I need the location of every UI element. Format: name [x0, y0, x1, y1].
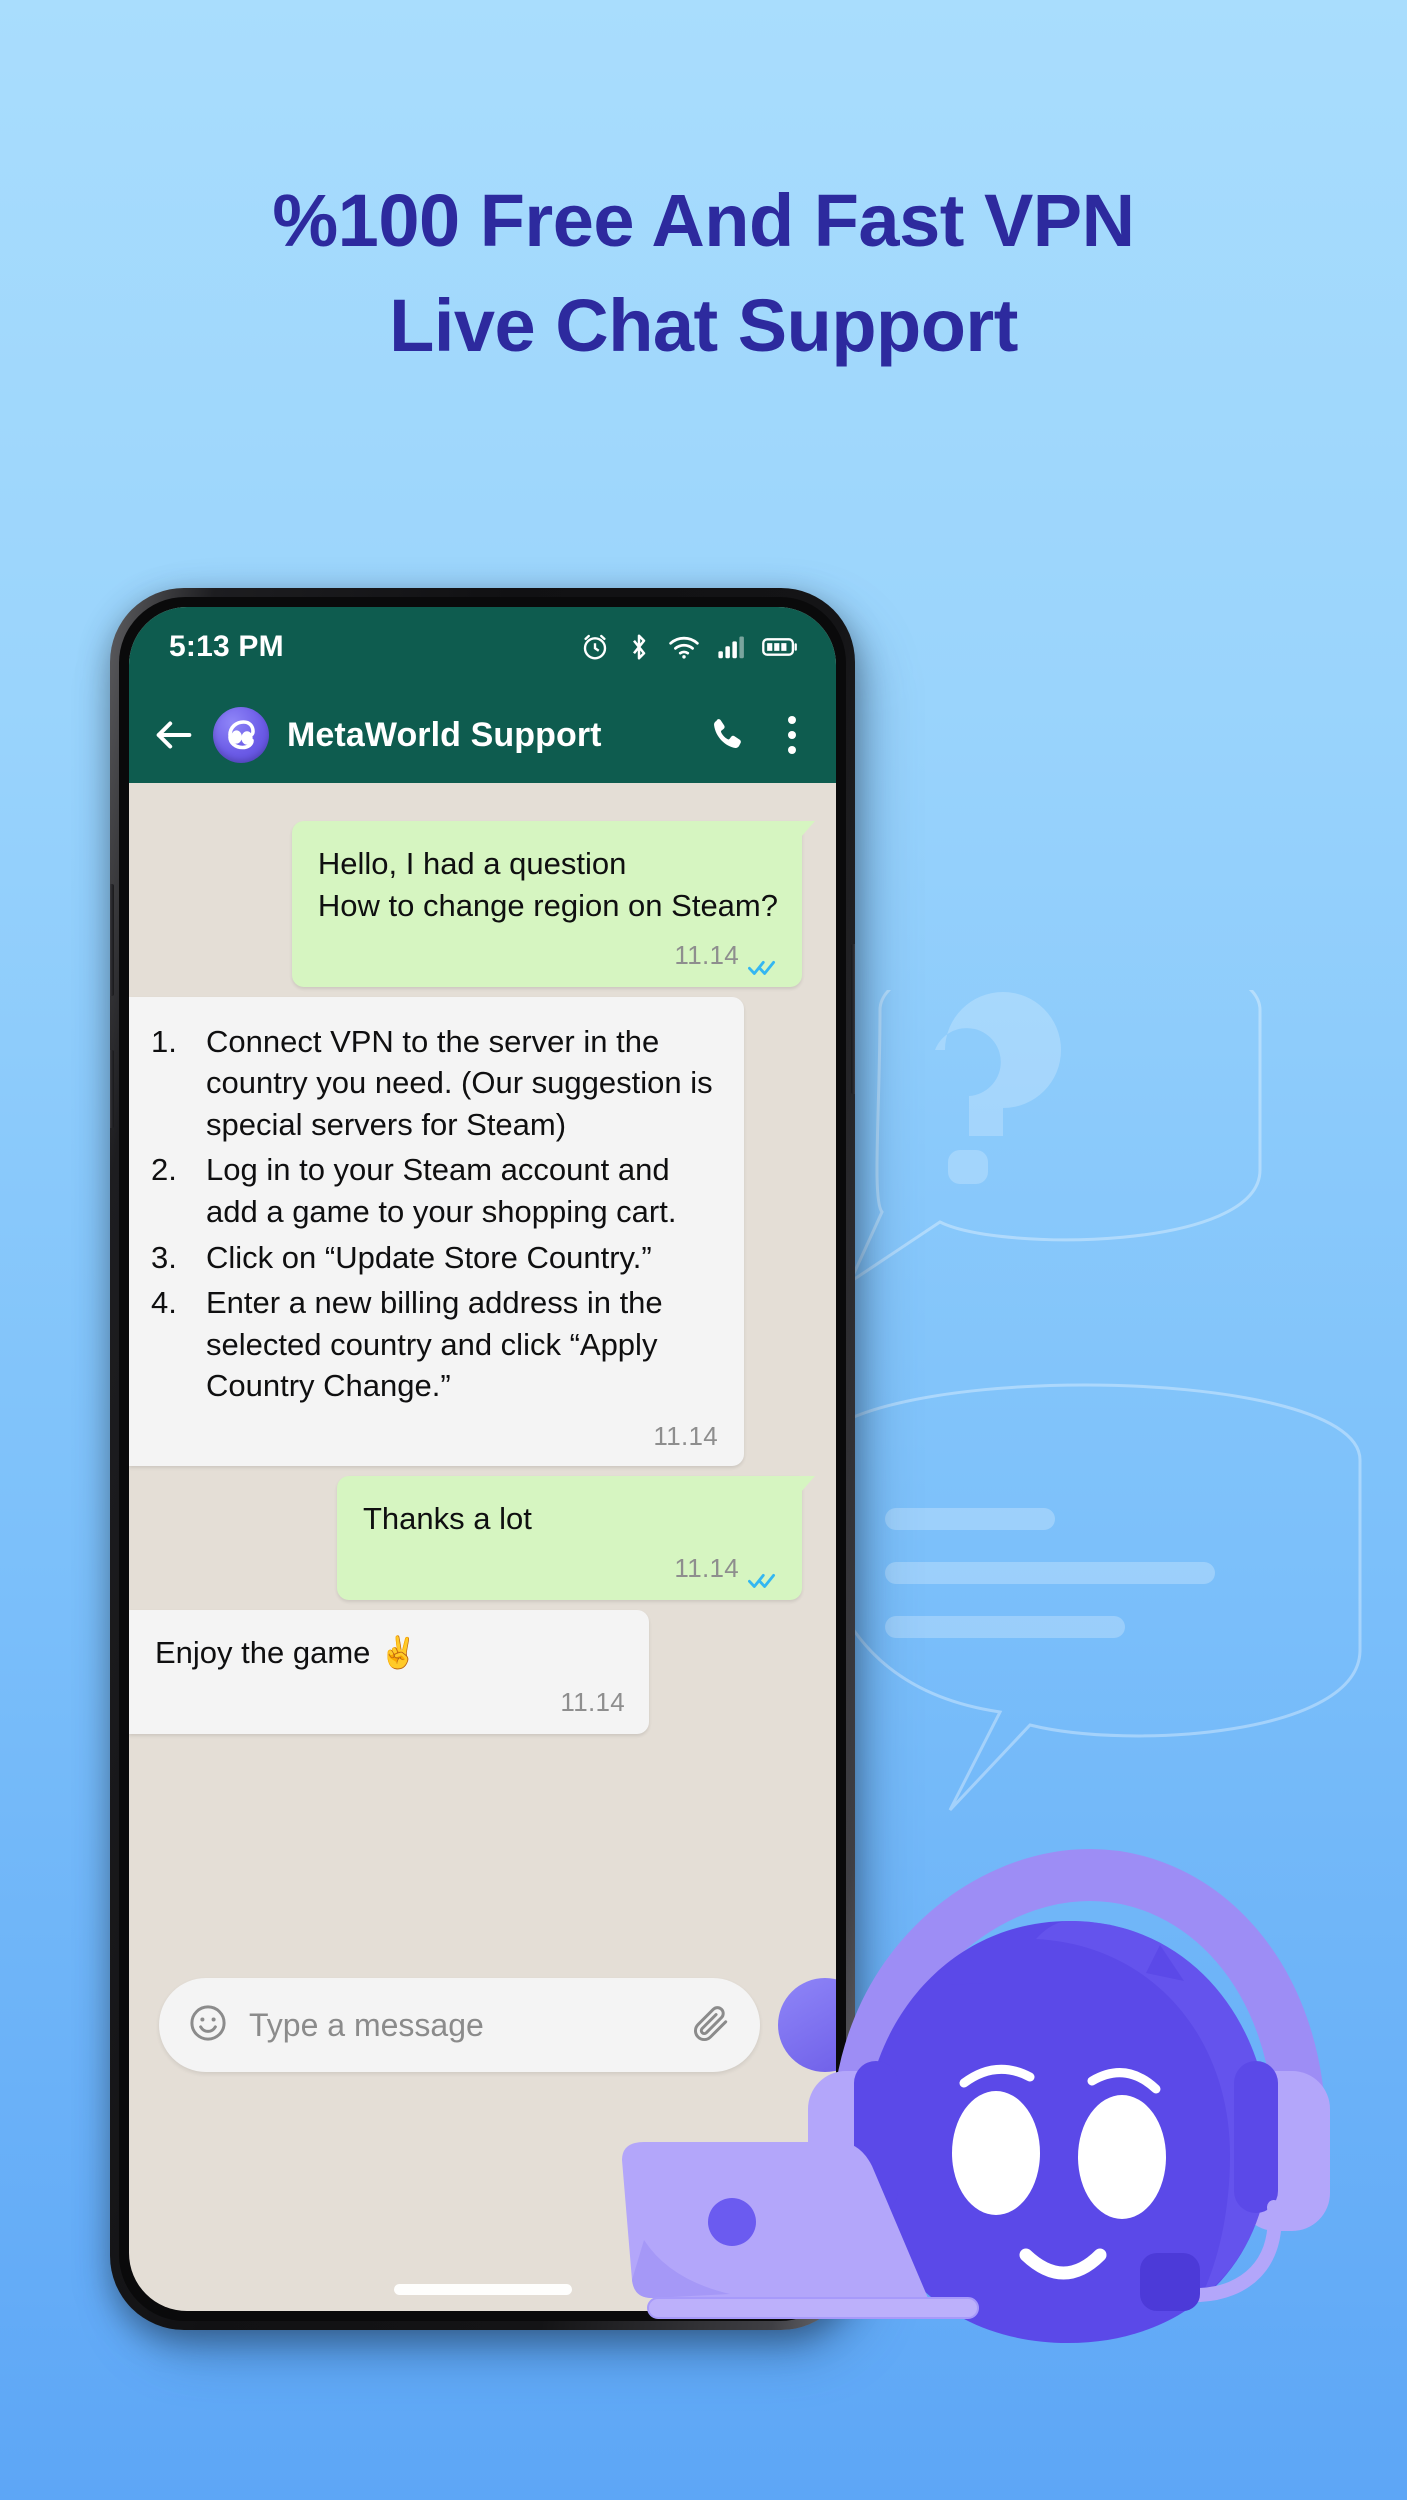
chat-header: MetaWorld Support [129, 687, 836, 783]
volume-up-button[interactable] [110, 884, 114, 996]
chat-bubble-outgoing[interactable]: Thanks a lot 11.14 [337, 1475, 815, 1600]
list-item: 4. Enter a new billing address in the se… [151, 1282, 718, 1407]
message-meta: 11.14 [155, 1685, 625, 1720]
list-item-text: Click on “Update Store Country.” [206, 1239, 652, 1275]
headline-line-1: %100 Free And Fast VPN [272, 179, 1135, 262]
chat-bubble-incoming[interactable]: Enjoy the game ✌️ 11.14 [129, 1609, 649, 1735]
back-arrow-icon[interactable] [151, 712, 197, 758]
home-indicator [393, 2284, 572, 2295]
message-row: Thanks a lot 11.14 [129, 1475, 836, 1600]
laptop-illustration [610, 2130, 1010, 2480]
paperclip-icon[interactable] [690, 2002, 732, 2049]
chat-bubble-incoming[interactable]: 1. Connect VPN to the server in the coun… [129, 996, 744, 1466]
message-timestamp: 11.14 [560, 1687, 625, 1718]
search-input-placeholder[interactable]: Type a message [249, 2007, 670, 2044]
chat-message-list[interactable]: Hello, I had a question How to change re… [129, 783, 836, 2135]
message-text: Enjoy the game ✌️ [155, 1634, 418, 1670]
headline-line-2: Live Chat Support [389, 284, 1018, 368]
read-receipt-icon [748, 1559, 778, 1588]
message-text: Hello, I had a question [317, 846, 627, 881]
list-item-text: Log in to your Steam account and add a g… [206, 1152, 677, 1230]
list-item-text: Connect VPN to the server in the country… [206, 1023, 713, 1142]
battery-icon [762, 635, 798, 659]
volume-down-button[interactable] [110, 1050, 114, 1128]
status-bar-time: 5:13 PM [169, 630, 284, 663]
message-timestamp: 11.14 [674, 1553, 739, 1584]
emoji-smiley-icon[interactable] [187, 2002, 229, 2049]
message-text: Thanks a lot [363, 1500, 532, 1536]
message-meta: 11.14 [318, 938, 778, 975]
phone-mockup: 5:13 PM MetaWorld Support Hello, I had a… [110, 588, 885, 2358]
message-input-bar[interactable]: Type a message [159, 1978, 760, 2072]
list-item-number: 3. [151, 1239, 177, 1275]
signal-icon [717, 634, 745, 660]
message-meta: 11.14 [363, 1551, 778, 1588]
chat-bubble-outgoing[interactable]: Hello, I had a question How to change re… [291, 821, 816, 987]
list-item-number: 1. [151, 1023, 177, 1059]
bluetooth-icon [627, 632, 651, 662]
phone-body: 5:13 PM MetaWorld Support Hello, I had a… [110, 588, 855, 2330]
phone-call-icon[interactable] [706, 714, 748, 756]
wifi-icon [668, 634, 700, 660]
overflow-menu-icon[interactable] [786, 716, 798, 754]
message-meta: 11.14 [151, 1419, 718, 1454]
phone-screen: 5:13 PM MetaWorld Support Hello, I had a… [129, 607, 836, 2311]
message-row: Hello, I had a question How to change re… [129, 821, 836, 987]
instruction-list: 1. Connect VPN to the server in the coun… [151, 1021, 718, 1407]
alarm-icon [580, 632, 610, 662]
message-row: Enjoy the game ✌️ 11.14 [129, 1609, 836, 1735]
message-timestamp: 11.14 [674, 940, 739, 971]
message-composer: Type a message [129, 1959, 836, 2135]
avatar[interactable] [213, 707, 269, 763]
status-bar: 5:13 PM [129, 607, 836, 687]
power-button[interactable] [851, 944, 855, 1094]
message-text: How to change region on Steam? [317, 887, 778, 923]
list-item: 2. Log in to your Steam account and add … [151, 1149, 718, 1232]
list-item-number: 2. [151, 1152, 177, 1188]
status-bar-icons [580, 632, 798, 662]
list-item-text: Enter a new billing address in the selec… [206, 1285, 663, 1404]
message-timestamp: 11.14 [653, 1420, 718, 1451]
list-item: 1. Connect VPN to the server in the coun… [151, 1021, 718, 1146]
message-row: 1. Connect VPN to the server in the coun… [129, 996, 836, 1466]
list-item-number: 4. [151, 1285, 177, 1321]
read-receipt-icon [748, 946, 778, 975]
page-title: %100 Free And Fast VPN Live Chat Support [0, 168, 1407, 378]
list-item: 3. Click on “Update Store Country.” [151, 1237, 718, 1279]
chat-contact-name[interactable]: MetaWorld Support [285, 716, 690, 755]
